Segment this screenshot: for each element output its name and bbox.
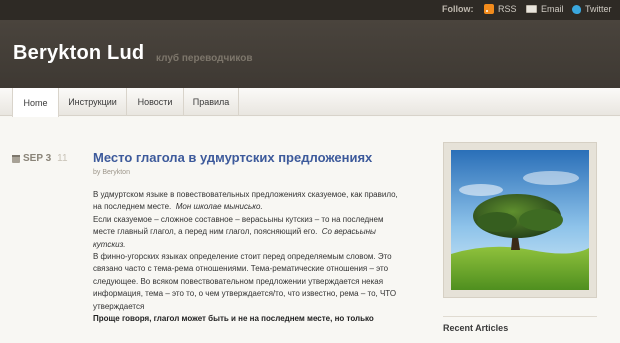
post-date-text: SEP 3 <box>23 153 52 164</box>
calendar-icon <box>12 154 20 163</box>
site-header: Berykton Lud клуб переводчиков <box>0 20 620 88</box>
nav-item-news[interactable]: Новости <box>127 88 184 116</box>
post-body: В удмуртском языке в повествовательных п… <box>93 189 406 325</box>
email-icon <box>526 5 537 13</box>
post-date: SEP 3 11 <box>12 153 68 164</box>
post-title[interactable]: Место глагола в удмуртских предложениях <box>93 150 372 165</box>
nav-item-home[interactable]: Home <box>12 88 59 117</box>
tree-landscape-image <box>451 150 589 290</box>
post-byline: by Berykton <box>93 169 130 176</box>
post-paragraph: Проще говоря, глагол может быть и не на … <box>93 314 374 324</box>
main-nav: Home Инструкции Новости Правила <box>0 88 620 117</box>
rss-link[interactable]: RSS <box>484 4 517 14</box>
comment-count[interactable]: 11 <box>57 153 67 164</box>
post-paragraph: В финно-угорских языках определение стои… <box>93 252 397 311</box>
twitter-link[interactable]: Twitter <box>572 4 612 14</box>
twitter-icon <box>572 4 581 14</box>
rss-icon <box>484 4 494 14</box>
email-link[interactable]: Email <box>526 4 564 14</box>
email-label: Email <box>541 4 564 14</box>
sidebar-image <box>443 142 597 298</box>
nav-item-rules[interactable]: Правила <box>184 88 239 116</box>
post-example: Мон школае мыниськo. <box>175 202 263 212</box>
site-tagline: клуб переводчиков <box>156 53 253 64</box>
recent-articles-heading: Recent Articles <box>443 323 509 333</box>
site-title[interactable]: Berykton Lud <box>13 42 144 65</box>
follow-label: Follow: <box>442 4 474 14</box>
twitter-label: Twitter <box>585 4 612 14</box>
sidebar-divider <box>443 316 597 317</box>
nav-item-instructions[interactable]: Инструкции <box>59 88 127 116</box>
post-paragraph: Если сказуемое – сложное составное – вер… <box>93 214 406 251</box>
top-bar: Follow: RSS Email Twitter <box>0 0 620 20</box>
post-paragraph: В удмуртском языке в повествовательных п… <box>93 189 406 214</box>
rss-label: RSS <box>498 4 517 14</box>
